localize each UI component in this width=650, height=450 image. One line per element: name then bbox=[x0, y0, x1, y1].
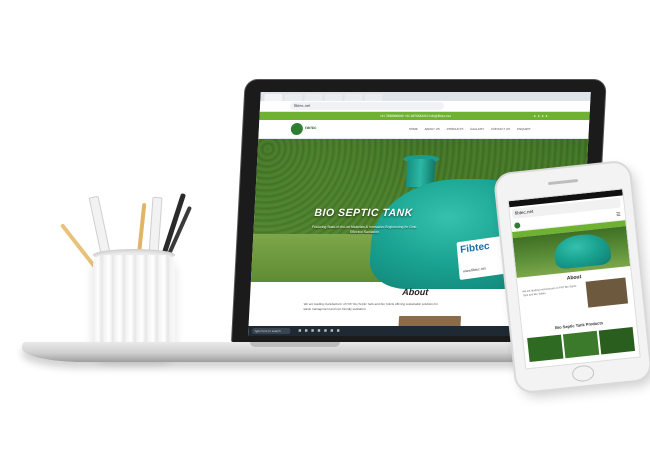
address-bar: fibtec.net bbox=[259, 101, 591, 112]
social-icons[interactable]: ●●●● bbox=[534, 112, 550, 120]
smartphone: fibtec.net ☰ About We are leading manufa… bbox=[494, 161, 650, 393]
url-input[interactable]: fibtec.net bbox=[289, 102, 445, 110]
contact-strip: +91 7838800000 +91 9876543210 info@fibte… bbox=[259, 112, 590, 120]
tank-brand-label: Fibtec www.fibtec.net bbox=[456, 235, 506, 281]
logo-icon[interactable] bbox=[514, 222, 521, 229]
phone-home-button[interactable] bbox=[571, 364, 595, 383]
browser-tab[interactable] bbox=[264, 94, 283, 101]
hamburger-menu-icon[interactable]: ☰ bbox=[616, 212, 621, 218]
phone-speaker bbox=[547, 178, 579, 186]
product-thumbnail[interactable] bbox=[598, 327, 636, 355]
browser-tab[interactable] bbox=[304, 94, 323, 101]
brand-website: www.fibtec.net bbox=[462, 266, 486, 274]
site-navbar: FIBTEC HOME ABOUT US PRODUCTS GALLERY CO… bbox=[258, 120, 590, 139]
browser-tab[interactable] bbox=[344, 94, 363, 101]
taskbar-app-icons[interactable]: ■ ■ ■ ■ ■ ■ ■ bbox=[298, 328, 341, 334]
about-text: We are leading manufacturer of FRP Bio S… bbox=[303, 302, 439, 311]
nav-item-contact[interactable]: CONTACT US bbox=[491, 127, 510, 131]
hero-title: BIO SEPTIC TANK bbox=[314, 207, 414, 219]
nav-menu: HOME ABOUT US PRODUCTS GALLERY CONTACT U… bbox=[409, 127, 537, 131]
laptop-open-notch bbox=[250, 342, 340, 347]
logo-text[interactable]: FIBTEC bbox=[305, 126, 317, 130]
logo-icon[interactable] bbox=[290, 123, 304, 135]
product-thumbnail[interactable] bbox=[562, 330, 600, 359]
phone-screen: fibtec.net ☰ About We are leading manufa… bbox=[507, 188, 641, 370]
brand-logo-text: Fibtec bbox=[459, 240, 491, 256]
browser-tab[interactable] bbox=[284, 94, 303, 101]
nav-item-about[interactable]: ABOUT US bbox=[424, 127, 439, 131]
browser-tab-bar bbox=[260, 92, 591, 101]
product-thumbnail[interactable] bbox=[527, 334, 564, 362]
phone-about-text: We are leading manufacturer of FRP Bio S… bbox=[522, 284, 577, 298]
phone-about-image bbox=[585, 277, 629, 308]
hero-subtitle: Featuring State-of-the-art Materials & I… bbox=[311, 225, 418, 234]
browser-tab[interactable] bbox=[324, 94, 343, 101]
taskbar-search-input[interactable]: Type here to search bbox=[252, 328, 291, 334]
browser-tab[interactable] bbox=[364, 94, 383, 101]
nav-item-gallery[interactable]: GALLERY bbox=[470, 127, 484, 131]
nav-item-products[interactable]: PRODUCTS bbox=[447, 127, 464, 131]
nav-item-enquiry[interactable]: ENQUIRY bbox=[517, 127, 531, 131]
nav-item-home[interactable]: HOME bbox=[409, 127, 418, 131]
septic-tank-image bbox=[552, 232, 612, 270]
contact-info: +91 7838800000 +91 9876543210 info@fibte… bbox=[379, 114, 451, 118]
